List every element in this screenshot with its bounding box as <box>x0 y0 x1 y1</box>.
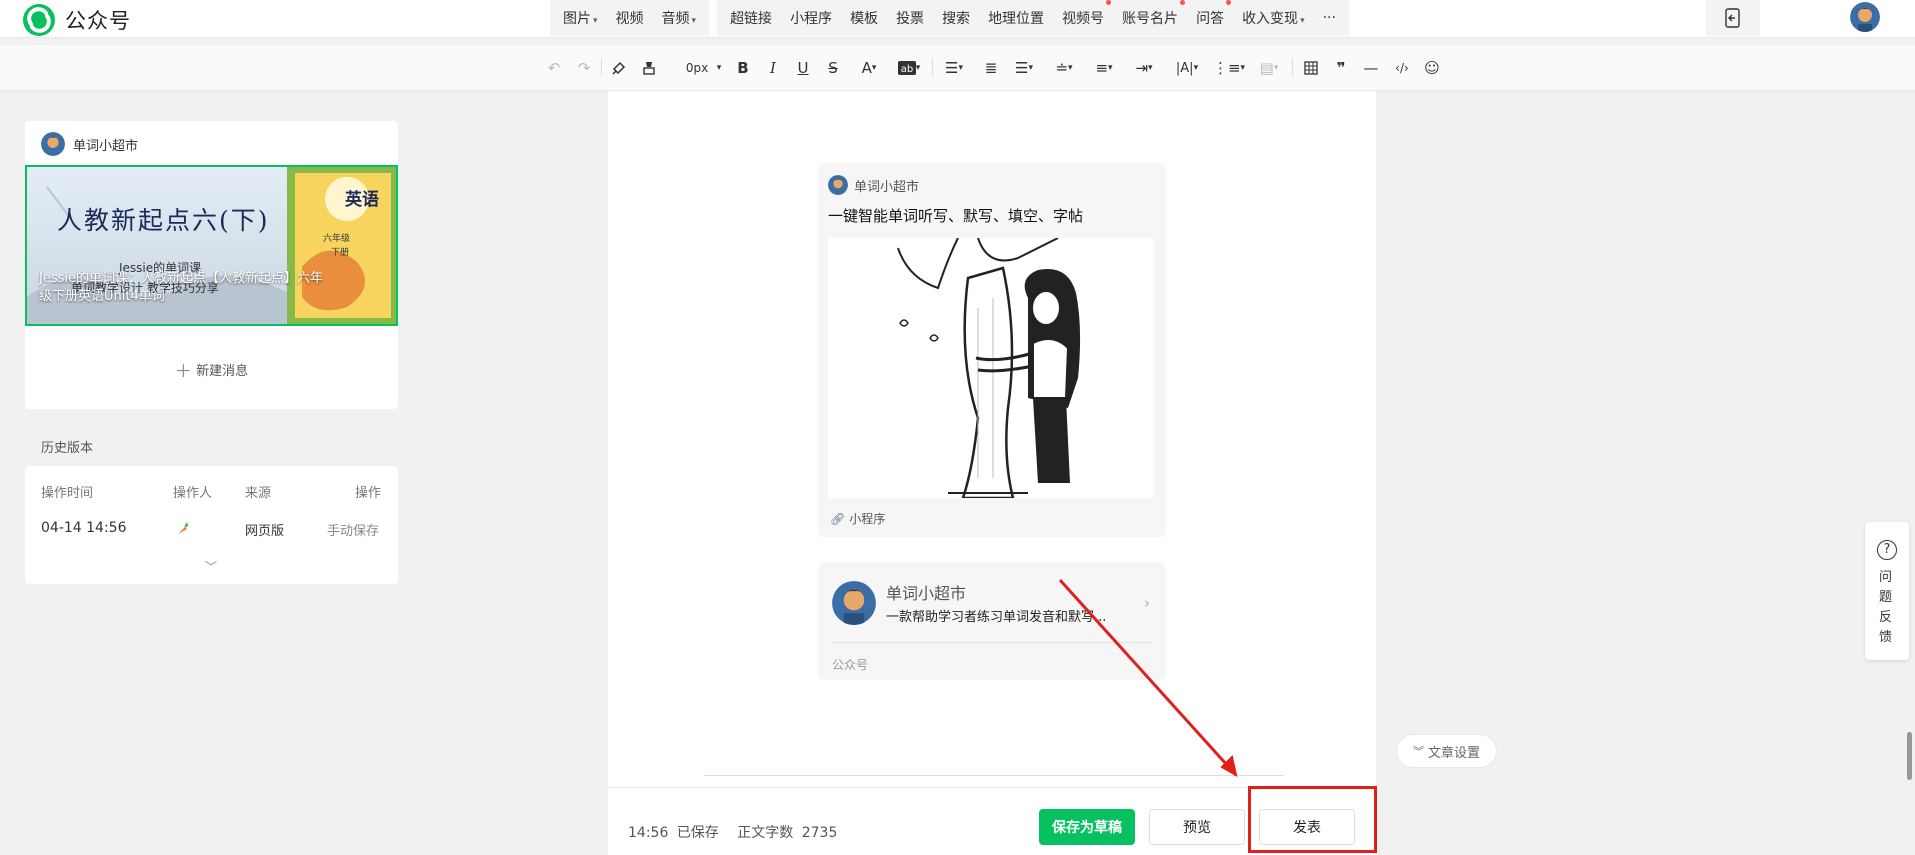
float-align-icon[interactable]: ▤ ▾ <box>1254 56 1284 80</box>
menu-item-template[interactable]: 模板 <box>841 8 887 28</box>
list-icon[interactable]: ⋮≡ ▾ <box>1213 56 1245 80</box>
cover-main-text: 人教新起点六(下) <box>57 206 270 235</box>
paragraph-spacing-after-icon[interactable]: ≡ ▾ <box>1090 56 1118 80</box>
indent-icon[interactable]: ≣ <box>980 56 1002 80</box>
new-message-button[interactable]: ＋ 新建消息 <box>25 357 398 382</box>
miniprogram-avatar <box>828 175 848 195</box>
menu-item-account-card[interactable]: 账号名片 <box>1113 0 1187 28</box>
cover-book-term: 下册 <box>331 248 350 258</box>
exit-doc-icon <box>1725 8 1740 28</box>
feedback-label: 问题反馈 <box>1879 570 1893 645</box>
history-card: 操作时间 操作人 来源 操作 04-14 14:56 网页版 手动保存 ﹀ <box>25 466 398 584</box>
miniprogram-title: 一键智能单词听写、默写、填空、字帖 <box>828 207 1084 225</box>
annotation-highlight-box <box>1248 786 1377 853</box>
history-source: 网页版 <box>245 524 285 539</box>
emoji-icon[interactable]: ☺ <box>1420 56 1444 80</box>
history-time: 04-14 14:56 <box>41 520 127 536</box>
bold-icon[interactable]: B <box>732 56 754 80</box>
menu-item-channels[interactable]: 视频号 <box>1053 0 1113 28</box>
line-height-icon[interactable]: ☰ ▾ <box>1010 56 1038 80</box>
menu-item-vote[interactable]: 投票 <box>887 8 933 28</box>
new-dot <box>1180 0 1186 5</box>
top-bar: 公众号 图片 ▾ 视频 音频 ▾ 超链接 小程序 模板 投票 搜索 地理位置 视频号… <box>0 0 1915 38</box>
font-color-icon[interactable]: A ▾ <box>854 56 884 80</box>
article-cover[interactable]: 人教新起点六(下) Jessie的单词课 单词教学设计 教学技巧分享 英语 六年… <box>25 165 398 326</box>
new-dot <box>1106 0 1112 5</box>
menu-item-location[interactable]: 地理位置 <box>979 8 1053 28</box>
history-header-operator: 操作人 <box>173 486 213 501</box>
indent-level-icon[interactable]: ⇥ ▾ <box>1130 56 1158 80</box>
table-icon[interactable] <box>1300 56 1322 80</box>
background-color-icon[interactable]: ab ▾ <box>894 56 924 80</box>
strikethrough-icon[interactable]: S <box>822 56 844 80</box>
menu-item-qa[interactable]: 问答 <box>1187 0 1233 28</box>
save-status: 14:56 已保存 正文字数 2735 <box>628 825 838 841</box>
plus-icon: ＋ <box>174 362 192 382</box>
user-avatar[interactable] <box>1850 2 1880 32</box>
account-name: 单词小超市 <box>886 584 967 603</box>
menu-item-audio[interactable]: 音频 ▾ <box>653 8 706 28</box>
toolbar-divider <box>932 58 933 76</box>
code-icon[interactable]: ‹/› <box>1390 56 1414 80</box>
underline-icon[interactable]: U <box>792 56 814 80</box>
operator-carrot-icon <box>175 522 189 540</box>
divider-line-icon[interactable]: — <box>1360 56 1382 80</box>
paragraph-spacing-before-icon[interactable]: ≐ ▾ <box>1050 56 1078 80</box>
cover-book-grade: 六年级 <box>323 234 351 244</box>
account-type: 公众号 <box>832 658 869 672</box>
insert-menu-group: 超链接 小程序 模板 投票 搜索 地理位置 视频号 账号名片 问答 收入变现 ▾ … <box>717 0 1349 36</box>
menu-item-miniprogram[interactable]: 小程序 <box>781 8 841 28</box>
annotation-arrow-icon <box>1058 578 1238 777</box>
expand-history-chevron-icon[interactable]: ﹀ <box>205 558 217 575</box>
new-dot <box>1226 0 1232 5</box>
account-avatar <box>832 581 876 625</box>
format-brush-icon[interactable] <box>608 56 630 80</box>
menu-item-hyperlink[interactable]: 超链接 <box>721 8 781 28</box>
cover-title: Jessie的单词课：人教新起点【人教新起点】六年级下册英语Unit4单词 <box>39 271 323 304</box>
menu-item-search[interactable]: 搜索 <box>933 8 979 28</box>
app-name: 公众号 <box>65 9 131 33</box>
toolbar-divider <box>1292 58 1293 76</box>
chevron-down-icon[interactable]: ▾ <box>714 56 724 80</box>
media-menu-group: 图片 ▾ 视频 音频 ▾ <box>550 0 710 36</box>
miniprogram-illustration <box>828 238 1154 498</box>
history-header-time: 操作时间 <box>41 486 94 501</box>
miniprogram-author: 单词小超市 <box>828 175 919 195</box>
menu-item-monetize[interactable]: 收入变现 ▾ <box>1233 8 1314 28</box>
article-settings-button[interactable]: ︾ 文章设置 <box>1396 734 1497 768</box>
more-menu-button[interactable]: ··· <box>1314 10 1345 26</box>
history-action: 手动保存 <box>327 524 380 539</box>
logo[interactable]: 公众号 <box>22 3 131 37</box>
history-header-source: 来源 <box>245 486 272 501</box>
toolbar-divider <box>601 58 602 76</box>
history-title: 历史版本 <box>41 441 94 456</box>
italic-icon[interactable]: I <box>762 56 784 80</box>
insert-menu: 图片 ▾ 视频 音频 ▾ 超链接 小程序 模板 投票 搜索 地理位置 视频号 账号名… <box>550 0 1349 36</box>
scrollbar-thumb[interactable] <box>1907 732 1912 780</box>
wechat-logo-icon <box>23 4 55 36</box>
cover-author: 单词小超市 <box>41 132 138 156</box>
exit-editor-button[interactable] <box>1706 0 1760 36</box>
clear-format-icon[interactable] <box>638 56 660 80</box>
redo-icon[interactable]: ↷ <box>574 56 594 80</box>
menu-item-image[interactable]: 图片 ▾ <box>554 8 607 28</box>
preview-button[interactable]: 预览 <box>1149 809 1245 845</box>
miniprogram-card[interactable]: 单词小超市 一键智能单词听写、默写、填空、字帖 🔗︎ 小程序 <box>818 163 1166 537</box>
miniprogram-footer: 🔗︎ 小程序 <box>830 511 886 527</box>
align-icon[interactable]: ☰ ▾ <box>940 56 968 80</box>
quote-icon[interactable]: ❞ <box>1330 56 1352 80</box>
history-header-action: 操作 <box>355 486 382 501</box>
cover-book-title: 英语 <box>345 190 379 210</box>
question-icon: ? <box>1877 540 1897 560</box>
miniprogram-link-icon: 🔗︎ <box>830 511 846 526</box>
svg-text:ab: ab <box>900 64 912 75</box>
letter-spacing-icon[interactable]: |A| ▾ <box>1172 56 1202 80</box>
format-toolbar: ↶ ↷ 0px ▾ B I U S A ▾ ab ▾ ☰ ▾ ≣ ☰ ▾ ≐ ▾ ≡ ▾ ⇥… <box>0 45 1915 91</box>
author-avatar <box>41 132 65 156</box>
feedback-button[interactable]: ? 问题反馈 <box>1865 522 1909 660</box>
menu-item-video[interactable]: 视频 <box>607 8 653 28</box>
double-chevron-icon: ︾ <box>1412 745 1424 758</box>
save-draft-button[interactable]: 保存为草稿 <box>1039 809 1135 845</box>
undo-icon[interactable]: ↶ <box>544 56 564 80</box>
